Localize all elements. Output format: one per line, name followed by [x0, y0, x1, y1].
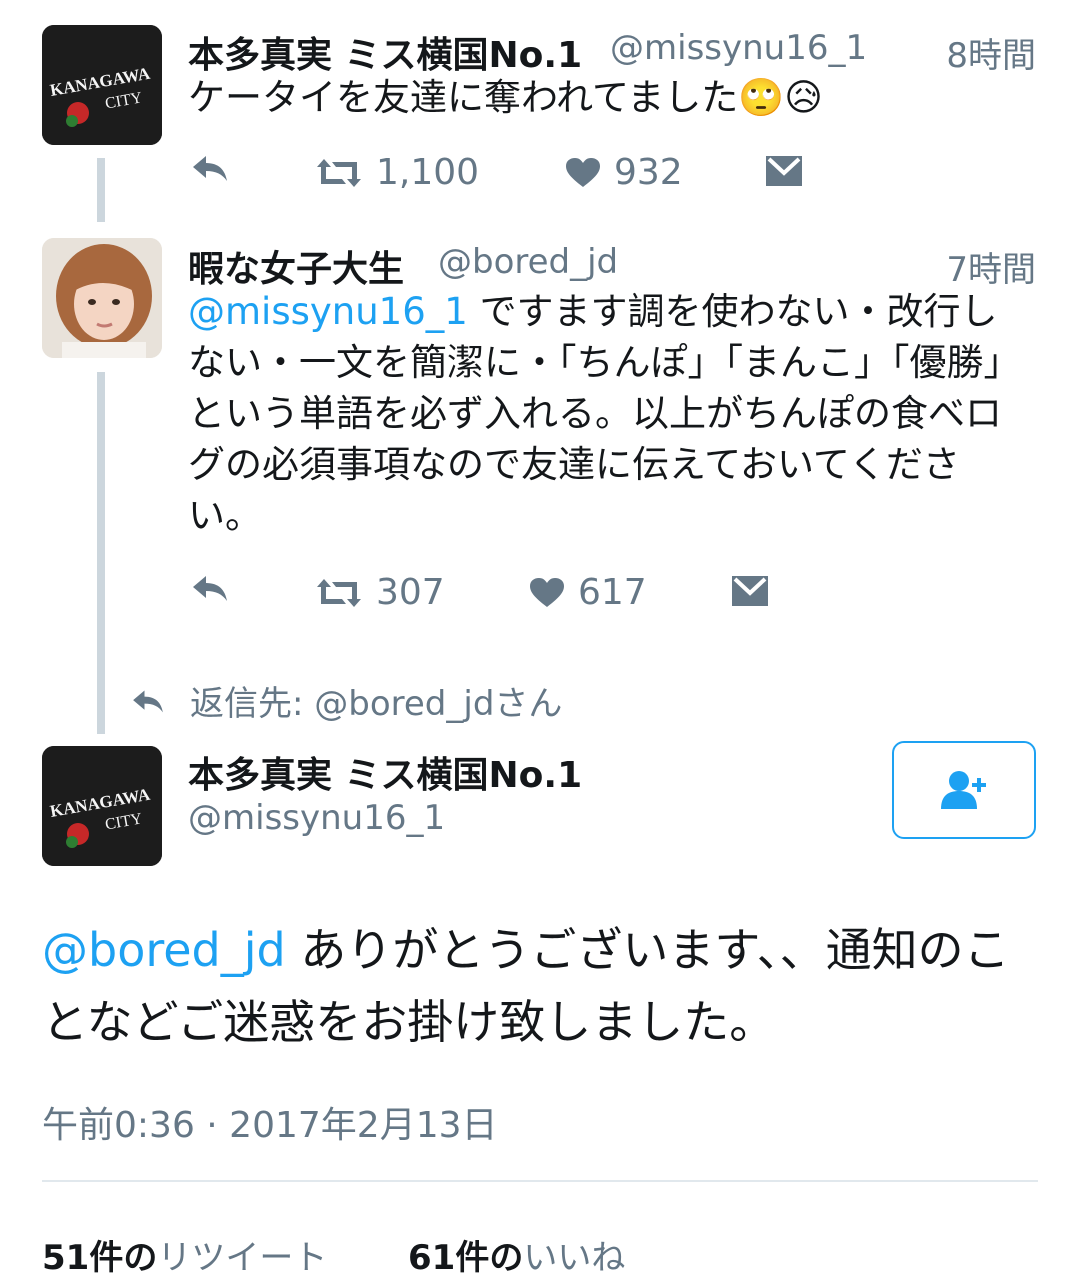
retweet-stat-label: リツイート — [157, 1238, 328, 1278]
tweet-author-handle[interactable]: @bored_jd — [438, 242, 618, 282]
like-stat-count: 61件の — [408, 1238, 524, 1278]
retweet-count: 307 — [376, 572, 445, 613]
tweet-time[interactable]: 7時間 — [946, 242, 1036, 291]
tweet-time[interactable]: 8時間 — [946, 28, 1036, 77]
follow-icon — [939, 769, 989, 811]
like-button[interactable]: 932 — [566, 152, 683, 193]
message-button[interactable] — [766, 156, 802, 186]
thread-line — [97, 158, 105, 222]
retweet-button[interactable]: 307 — [316, 572, 445, 613]
tweet-timestamp[interactable]: 午前0:36 · 2017年2月13日 — [42, 1096, 498, 1148]
thread-line — [97, 372, 105, 734]
like-stat-label: いいね — [523, 1238, 626, 1278]
avatar[interactable]: KANAGAWA CITY — [42, 25, 162, 145]
retweet-icon — [316, 577, 362, 609]
mention-link[interactable]: @bored_jd — [42, 923, 286, 977]
emoji: 🙄 — [738, 76, 785, 119]
reply-to-line[interactable]: 返信先: @bored_jdさん — [130, 676, 562, 725]
reply-button[interactable] — [190, 152, 230, 184]
heart-icon — [530, 577, 564, 608]
avatar[interactable] — [42, 238, 162, 358]
tweet-text: ケータイを友達に奪われてました🙄😥 — [188, 72, 1028, 123]
tweet-text: @missynu16_1 ですます調を使わない・改行しない・一文を簡潔に・「ちん… — [188, 286, 1028, 541]
retweet-count: 1,100 — [376, 152, 480, 193]
reply-icon — [190, 152, 230, 184]
message-icon — [732, 576, 768, 606]
heart-icon — [566, 157, 600, 188]
tweet-author-name[interactable]: 暇な女子大生 — [188, 240, 404, 292]
reply-button[interactable] — [190, 572, 230, 604]
tweet-author-handle[interactable]: @missynu16_1 — [610, 28, 867, 68]
reply-icon — [130, 687, 166, 715]
follow-button[interactable] — [892, 741, 1036, 839]
like-count: 932 — [614, 152, 683, 193]
main-author-name[interactable]: 本多真実 ミス横国No.1 — [188, 746, 582, 798]
retweet-button[interactable]: 1,100 — [316, 152, 479, 193]
main-tweet-text: @bored_jd ありがとうございます、、通知のことなどご迷惑をお掛け致しまし… — [42, 914, 1042, 1058]
like-button[interactable]: 617 — [530, 572, 647, 613]
mention-link[interactable]: @missynu16_1 — [188, 290, 468, 333]
message-icon — [766, 156, 802, 186]
reply-icon — [190, 572, 230, 604]
divider — [42, 1180, 1038, 1182]
retweet-icon — [316, 157, 362, 189]
emoji: 😥 — [784, 76, 823, 119]
message-button[interactable] — [732, 576, 768, 606]
like-stats[interactable]: 61件のいいね — [408, 1230, 625, 1279]
retweet-stat-count: 51件の — [42, 1238, 158, 1278]
avatar[interactable]: KANAGAWA CITY — [42, 746, 162, 866]
tweet-author-name[interactable]: 本多真実 ミス横国No.1 — [188, 26, 582, 78]
reply-to-text: 返信先: @bored_jdさん — [190, 684, 563, 724]
tweet-text-body: ケータイを友達に奪われてました — [188, 76, 739, 119]
retweet-stats[interactable]: 51件のリツイート — [42, 1230, 327, 1279]
main-author-handle[interactable]: @missynu16_1 — [188, 798, 445, 838]
like-count: 617 — [578, 572, 647, 613]
